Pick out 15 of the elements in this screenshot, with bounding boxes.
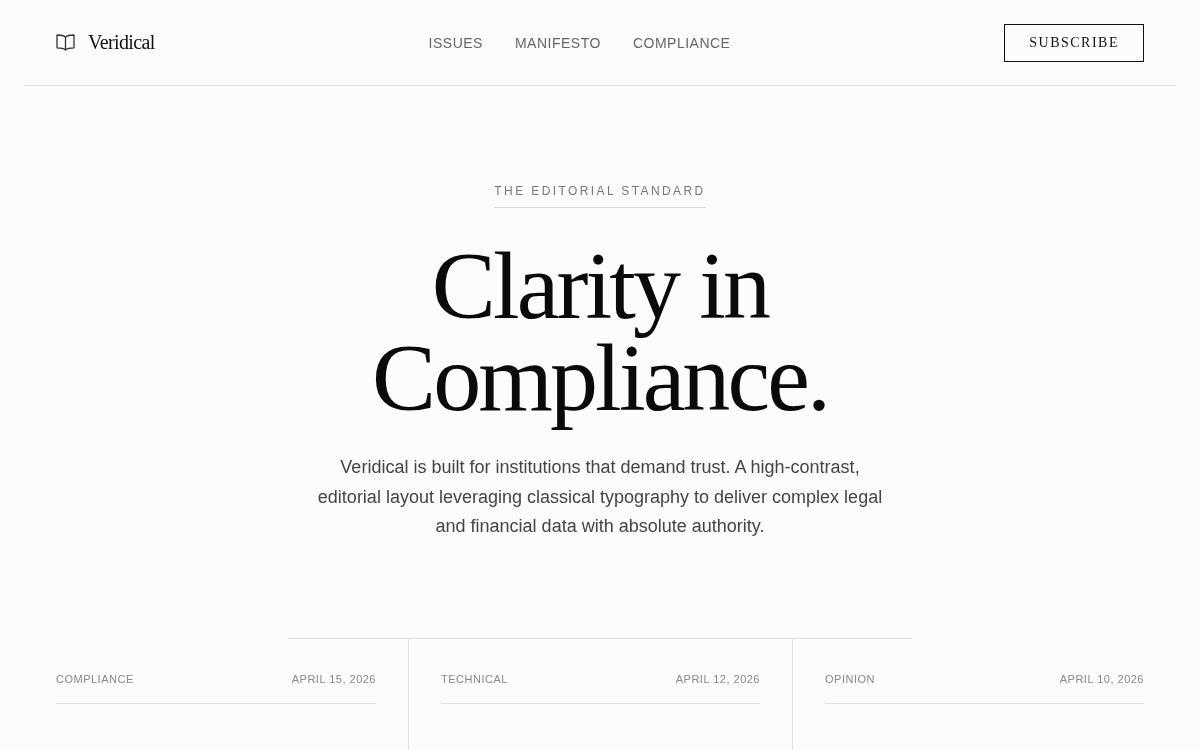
article-category: TECHNICAL bbox=[441, 672, 508, 688]
subscribe-button[interactable]: SUBSCRIBE bbox=[1004, 23, 1144, 62]
article-date: APRIL 12, 2026 bbox=[675, 672, 760, 688]
open-book-icon bbox=[56, 34, 75, 51]
eyebrow-label: THE EDITORIAL STANDARD bbox=[494, 183, 706, 208]
hero-headline: Clarity in Compliance. bbox=[371, 237, 829, 432]
article-category: COMPLIANCE bbox=[56, 672, 134, 688]
nav-link[interactable]: COMPLIANCE bbox=[632, 34, 731, 51]
nav-link[interactable]: MANIFESTO bbox=[514, 34, 601, 51]
article-date: APRIL 15, 2026 bbox=[291, 672, 376, 688]
brand-name[interactable]: Veridical bbox=[88, 31, 155, 54]
hero-description: Veridical is built for institutions that demand trust. A high-contrast, editorial layout leveraging classical typography to deliver complex legal and financial data with absolute authority. bbox=[316, 456, 884, 539]
article-date: APRIL 10, 2026 bbox=[1059, 672, 1144, 688]
nav-link[interactable]: ISSUES bbox=[428, 34, 483, 51]
article-category: OPINION bbox=[825, 672, 875, 688]
